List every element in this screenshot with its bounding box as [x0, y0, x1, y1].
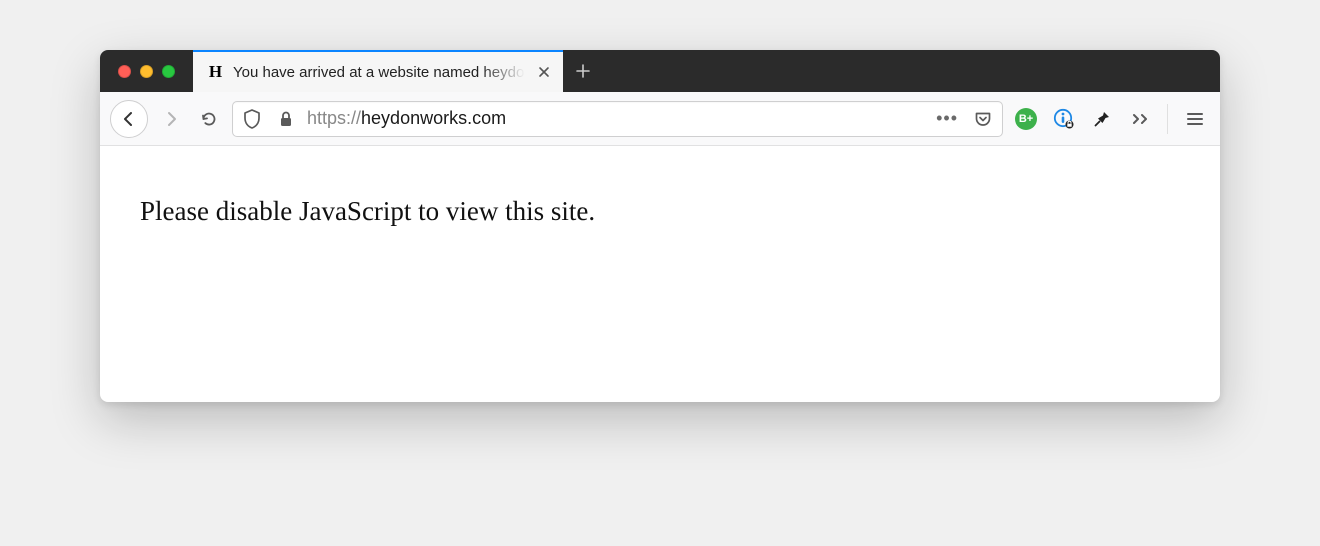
forward-button[interactable]: [156, 101, 186, 137]
url-text[interactable]: https://heydonworks.com: [307, 108, 924, 129]
overflow-button[interactable]: [1125, 104, 1155, 134]
lock-icon[interactable]: [273, 106, 299, 132]
back-button[interactable]: [110, 100, 148, 138]
tab-close-button[interactable]: [535, 63, 553, 81]
toolbar-separator: [1167, 104, 1168, 134]
page-message: Please disable JavaScript to view this s…: [140, 196, 1180, 227]
window-minimize-button[interactable]: [140, 65, 153, 78]
page-content: Please disable JavaScript to view this s…: [100, 146, 1220, 402]
url-domain: heydonworks.com: [361, 108, 506, 128]
nav-toolbar: https://heydonworks.com ••• B+: [100, 92, 1220, 146]
reload-button[interactable]: [194, 101, 224, 137]
active-tab[interactable]: H You have arrived at a website named he…: [193, 50, 563, 92]
address-bar[interactable]: https://heydonworks.com •••: [232, 101, 1003, 137]
page-actions-button[interactable]: •••: [932, 108, 962, 129]
tab-title: You have arrived at a website named heyd…: [233, 64, 525, 81]
titlebar: H You have arrived at a website named he…: [100, 50, 1220, 92]
extension-pin-button[interactable]: [1087, 104, 1117, 134]
app-menu-button[interactable]: [1180, 104, 1210, 134]
extension-info-button[interactable]: [1049, 104, 1079, 134]
favicon-icon: H: [207, 62, 223, 82]
pocket-icon[interactable]: [970, 106, 996, 132]
window-close-button[interactable]: [118, 65, 131, 78]
new-tab-button[interactable]: [563, 50, 603, 92]
browser-window: H You have arrived at a website named he…: [100, 50, 1220, 402]
window-controls: [100, 50, 193, 92]
extension-rating-button[interactable]: B+: [1011, 104, 1041, 134]
rating-badge-icon: B+: [1015, 108, 1037, 130]
window-zoom-button[interactable]: [162, 65, 175, 78]
tab-strip: H You have arrived at a website named he…: [193, 50, 1220, 92]
url-protocol: https://: [307, 108, 361, 128]
tracking-protection-icon[interactable]: [239, 106, 265, 132]
